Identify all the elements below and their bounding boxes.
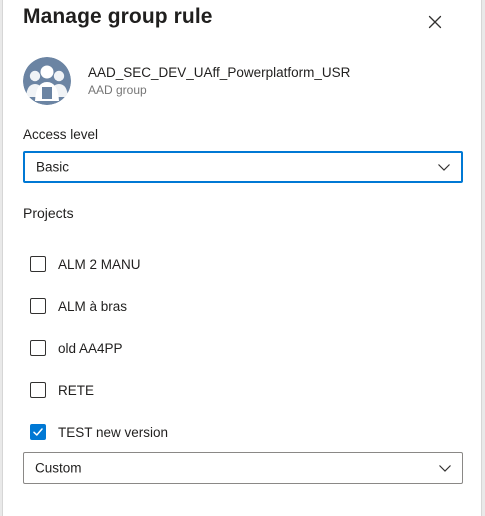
access-level-label: Access level — [23, 127, 99, 142]
checkbox-unchecked[interactable] — [30, 340, 46, 356]
checkbox-checked[interactable] — [30, 424, 46, 440]
access-level-value: Basic — [36, 159, 70, 175]
project-checkbox-alm-a-bras[interactable]: ALM à bras — [30, 297, 127, 315]
chevron-down-icon — [439, 465, 451, 472]
manage-group-rule-panel: Manage group rule AAD_SEC_DEV_UAff_Power… — [2, 0, 482, 516]
checkmark-icon — [33, 428, 43, 436]
project-label: RETE — [58, 382, 95, 398]
project-label: old AA4PP — [58, 340, 123, 356]
projects-label: Projects — [23, 205, 74, 221]
group-avatar-icon — [23, 57, 71, 105]
project-checkbox-test-new-version[interactable]: TEST new version — [30, 423, 168, 441]
project-label: ALM 2 MANU — [58, 256, 141, 272]
project-label: ALM à bras — [58, 298, 128, 314]
project-role-dropdown[interactable]: Custom — [23, 452, 463, 484]
project-checkbox-old-aa4pp[interactable]: old AA4PP — [30, 339, 123, 357]
access-level-dropdown[interactable]: Basic — [23, 151, 463, 183]
close-button[interactable] — [423, 10, 447, 34]
group-identity: AAD_SEC_DEV_UAff_Powerplatform_USR AAD g… — [23, 57, 350, 105]
project-checkbox-alm-2-manu[interactable]: ALM 2 MANU — [30, 255, 141, 273]
chevron-down-icon — [438, 164, 450, 171]
group-name: AAD_SEC_DEV_UAff_Powerplatform_USR — [88, 65, 351, 80]
checkbox-unchecked[interactable] — [30, 298, 46, 314]
project-role-value: Custom — [35, 460, 82, 476]
project-checkbox-rete[interactable]: RETE — [30, 381, 94, 399]
checkbox-unchecked[interactable] — [30, 256, 46, 272]
close-icon — [428, 15, 442, 29]
project-label: TEST new version — [58, 424, 169, 440]
panel-title: Manage group rule — [23, 5, 213, 28]
checkbox-unchecked[interactable] — [30, 382, 46, 398]
group-type: AAD group — [88, 83, 147, 97]
